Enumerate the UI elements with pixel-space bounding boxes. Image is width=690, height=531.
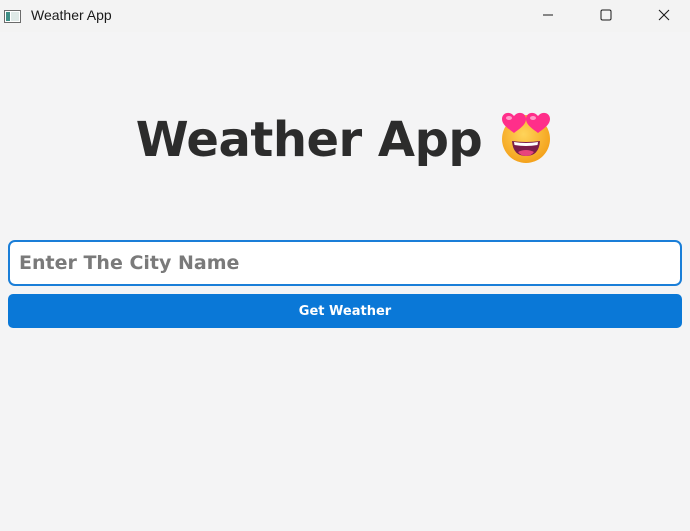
- title-bar[interactable]: Weather App: [0, 0, 690, 32]
- get-weather-button[interactable]: Get Weather: [8, 294, 682, 328]
- window-title: Weather App: [31, 7, 112, 23]
- maximize-button[interactable]: [583, 0, 629, 30]
- app-icon: [4, 8, 21, 23]
- city-search-input[interactable]: [8, 240, 682, 286]
- minimize-icon: [542, 9, 554, 21]
- smiling-face-with-heart-eyes-icon: [498, 110, 554, 164]
- page-title: Weather App: [0, 110, 690, 168]
- minimize-button[interactable]: [525, 0, 571, 30]
- page-title-text: Weather App: [135, 112, 483, 168]
- maximize-icon: [600, 9, 612, 21]
- close-button[interactable]: [641, 0, 687, 30]
- app-window: Weather App Weather App Enter The City N…: [0, 0, 690, 531]
- close-icon: [658, 9, 670, 21]
